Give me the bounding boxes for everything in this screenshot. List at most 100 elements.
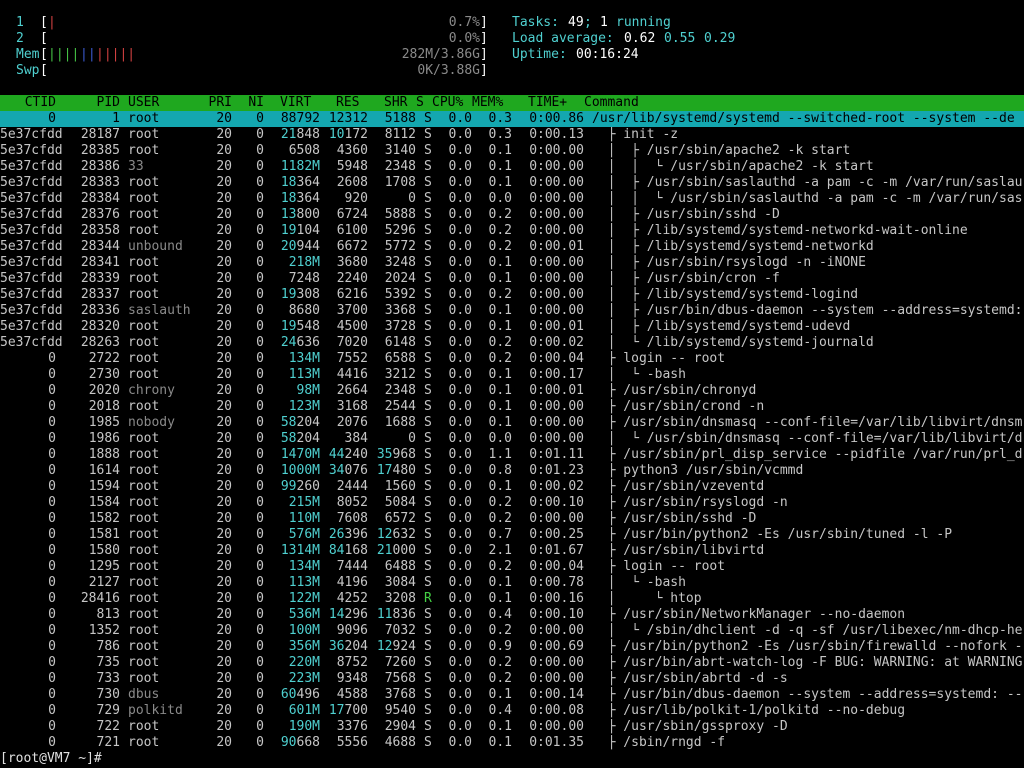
cell-ctid: 5e37cfdd [0,175,63,190]
cell-shr: 35968 [376,447,416,462]
process-row[interactable]: 5e37cfdd 28336 saslauth 20 0 8680 3700 3368 S 0.0… [0,303,1024,319]
col-pri[interactable]: PRI [200,95,232,111]
cell-virt: 134M [288,559,320,574]
cell-ctid: 5e37cfdd [0,335,63,350]
cell-pri: 20 [216,575,232,590]
process-row[interactable]: 0 1581 root 20 0 576M 26396 12632 S 0.0 0.7 0:00.25… [0,527,1024,543]
col-time[interactable]: TIME+ [528,95,567,111]
process-row[interactable]: 0 813 root 20 0 536M 14296 11836 S 0.0 0.4 0:00.10 … [0,607,1024,623]
process-row[interactable]: 0 2730 root 20 0 113M 4416 3212 S 0.0 0.1 0:00.17 │… [0,367,1024,383]
cell-time: 0:00.01 [529,383,584,398]
cell-time: 0:00.00 [529,159,584,174]
process-row[interactable]: 5e37cfdd 28386 33 20 0 1182M 5948 2348 S 0.0 0.1 0:… [0,159,1024,175]
col-pid[interactable]: PID [64,95,120,111]
cell-user: root [128,463,160,478]
process-row[interactable]: 0 1582 root 20 0 110M 7608 6572 S 0.0 0.2 0:00.00 ├… [0,511,1024,527]
cell-mem: 0.1 [488,159,512,174]
process-row[interactable]: 0 1352 root 20 0 100M 9096 7032 S 0.0 0.2 0:00.00 │… [0,623,1024,639]
process-row[interactable]: 0 735 root 20 0 220M 8752 7260 S 0.0 0.2 0:00.00 ├ … [0,655,1024,671]
process-row[interactable]: 0 721 root 20 0 90668 5556 4688 S 0.0 0.1 0:01.35 ├… [0,735,1024,751]
process-row[interactable]: 0 2018 root 20 0 123M 3168 2544 S 0.0 0.1 0:00.00 ├… [0,399,1024,415]
process-row[interactable]: 5e37cfdd 28344 unbound 20 0 20944 6672 5772 S 0.0… [0,239,1024,255]
cell-state: S [424,495,432,510]
col-ni[interactable]: NI [240,95,264,111]
cell-res: 920 [344,191,368,206]
cell-shr: 2544 [384,399,416,414]
col-state[interactable]: S [416,95,424,111]
col-user[interactable]: USER [128,95,159,111]
process-row[interactable]: 0 2722 root 20 0 134M 7552 6588 S 0.0 0.2 0:00.04 ├… [0,351,1024,367]
process-row[interactable]: 5e37cfdd 28376 root 20 0 13800 6724 5888 S 0.0 0.2… [0,207,1024,223]
cell-ni: 0 [256,399,264,414]
cell-state: S [424,303,432,318]
cell-mem: 0.1 [488,575,512,590]
cell-virt: 123M [288,399,320,414]
col-res[interactable]: RES [336,95,359,111]
cell-pid: 28358 [80,223,120,238]
process-row[interactable]: 5e37cfdd 28339 root 20 0 7248 2240 2024 S 0.0 0.1 0… [0,271,1024,287]
cell-pid: 28376 [80,207,120,222]
cell-pid: 721 [96,735,120,750]
cell-pid: 28383 [80,175,120,190]
cell-state: S [424,319,432,334]
process-row[interactable]: 0 28416 root 20 0 122M 4252 3208 R 0.0 0.1 0:00.16 … [0,591,1024,607]
process-row[interactable]: 5e37cfdd 28263 root 20 0 24636 7020 6148 S 0.0 0.2… [0,335,1024,351]
cell-state: S [424,111,432,126]
process-row[interactable]: 0 1295 root 20 0 134M 7444 6488 S 0.0 0.2 0:00.04 ├… [0,559,1024,575]
col-virt[interactable]: VIRT [280,95,311,111]
process-row[interactable]: 0 1594 root 20 0 99260 2444 1560 S 0.0 0.1 0:00.02 … [0,479,1024,495]
cpu1-value: 0.7% [448,15,480,30]
col-mem[interactable]: MEM% [472,95,503,111]
process-row[interactable]: 0 2020 chrony 20 0 98M 2664 2348 S 0.0 0.1 0:00.01 … [0,383,1024,399]
mem-bar-buffers: || [80,47,96,62]
process-row[interactable]: 0 730 dbus 20 0 60496 4588 3768 S 0.0 0.1 0:00.14 ├… [0,687,1024,703]
cell-time: 0:00.00 [529,511,584,526]
cell-pid: 1986 [88,431,120,446]
col-cpu[interactable]: CPU% [432,95,463,111]
process-row[interactable]: 5e37cfdd 28384 root 20 0 18364 920 0 S 0.0 0.0 0:00… [0,191,1024,207]
process-row[interactable]: 5e37cfdd 28337 root 20 0 19308 6216 5392 S 0.0 0.2… [0,287,1024,303]
cell-ni: 0 [256,335,264,350]
cell-res: 384 [344,431,368,446]
process-row[interactable]: 5e37cfdd 28187 root 20 0 21848 10172 8112 S 0.0 0.… [0,127,1024,143]
process-row[interactable]: 0 733 root 20 0 223M 9348 7568 S 0.0 0.2 0:00.00 ├ … [0,671,1024,687]
process-row[interactable]: 0 722 root 20 0 190M 3376 2904 S 0.0 0.1 0:00.00 ├ … [0,719,1024,735]
process-row[interactable]: 0 1584 root 20 0 215M 8052 5084 S 0.0 0.2 0:00.10 ├… [0,495,1024,511]
process-row[interactable]: 0 2127 root 20 0 113M 4196 3084 S 0.0 0.1 0:00.78 │… [0,575,1024,591]
process-row[interactable]: 5e37cfdd 28385 root 20 0 6508 4360 3140 S 0.0 0.1 0… [0,143,1024,159]
process-row[interactable]: 5e37cfdd 28358 root 20 0 19104 6100 5296 S 0.0 0.2… [0,223,1024,239]
process-row[interactable]: 5e37cfdd 28320 root 20 0 19548 4500 3728 S 0.0 0.1… [0,319,1024,335]
cell-pid: 1580 [88,543,120,558]
cell-ctid: 0 [48,655,56,670]
process-row[interactable]: 0 1985 nobody 20 0 58204 2076 1688 S 0.0 0.1 0:00.0… [0,415,1024,431]
shell-prompt[interactable]: [root@VM7 ~]# [0,751,1024,767]
cell-mem: 0.1 [488,719,512,734]
process-row[interactable]: 0 1888 root 20 0 1470M 44240 35968 S 0.0 1.1 0:01.1… [0,447,1024,463]
cpu1-bar: | [48,15,56,30]
process-row[interactable]: 0 1 root 20 0 88792 12312 5188 S 0.0 0.3 0:00.86/us… [0,111,1024,127]
cell-shr: 6148 [384,335,416,350]
uptime-value: 00:16:24 [576,47,639,62]
cell-user: chrony [128,383,175,398]
cell-cpu: 0.0 [448,415,472,430]
cell-shr: 5772 [384,239,416,254]
cell-command: ├ /usr/sbin/dnsmasq --conf-file=/var/lib… [592,415,1023,430]
process-row[interactable]: 0 729 polkitd 20 0 601M 17700 9540 S 0.0 0.4 0:00.0… [0,703,1024,719]
process-row[interactable]: 0 1986 root 20 0 58204 384 0 S 0.0 0.0 0:00.00 │ └ … [0,431,1024,447]
cell-mem: 0.7 [488,527,512,542]
col-ctid[interactable]: CTID [0,95,56,111]
cell-user: root [128,495,160,510]
cell-pid: 2127 [88,575,120,590]
process-row[interactable]: 5e37cfdd 28383 root 20 0 18364 2608 1708 S 0.0 0.1… [0,175,1024,191]
cell-pid: 28339 [80,271,120,286]
process-row[interactable]: 0 786 root 20 0 356M 36204 12924 S 0.0 0.9 0:00.69 … [0,639,1024,655]
cell-res: 4360 [336,143,368,158]
cell-pri: 20 [216,223,232,238]
process-row[interactable]: 0 1580 root 20 0 1314M 84168 21000 S 0.0 2.1 0:01.6… [0,543,1024,559]
process-row[interactable]: 0 1614 root 20 0 1000M 34076 17480 S 0.0 0.8 0:01.2… [0,463,1024,479]
cell-pri: 20 [216,495,232,510]
process-row[interactable]: 5e37cfdd 28341 root 20 0 218M 3680 3248 S 0.0 0.1 0… [0,255,1024,271]
col-command[interactable]: Command [584,95,639,111]
col-shr[interactable]: SHR [384,95,407,111]
cell-command: │ ├ /lib/systemd/systemd-networkd-wait-o… [592,223,968,238]
